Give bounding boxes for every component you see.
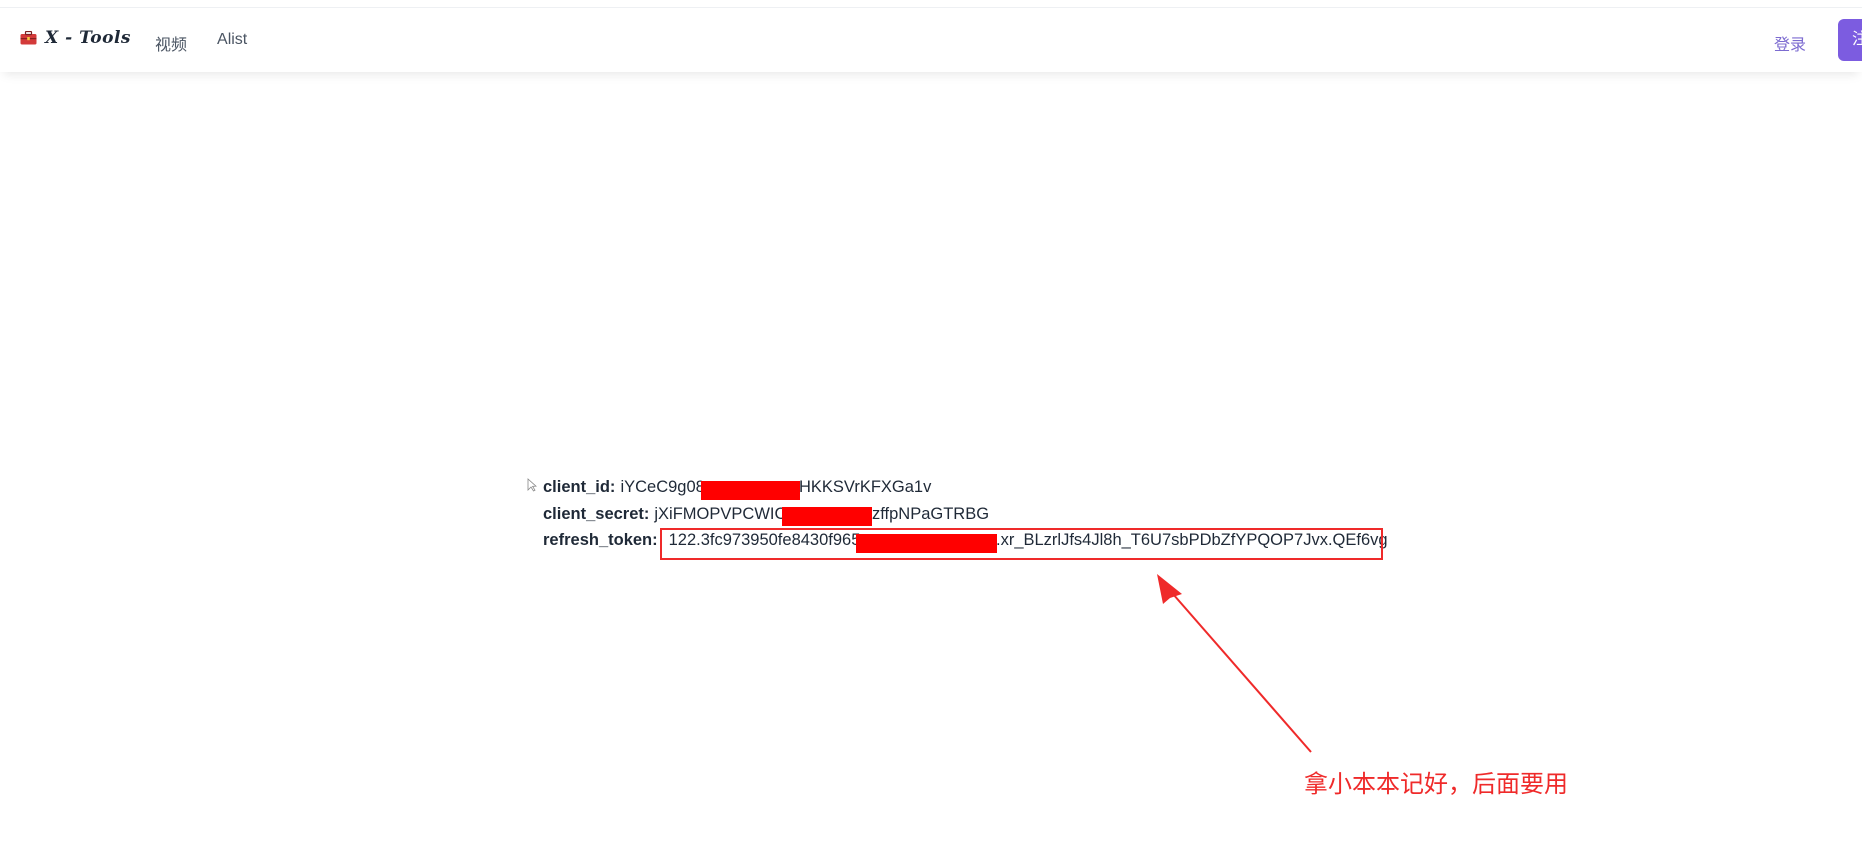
annotation-arrow bbox=[1157, 574, 1312, 753]
annotation-note: 拿小本本记好，后面要用 bbox=[1304, 771, 1568, 798]
